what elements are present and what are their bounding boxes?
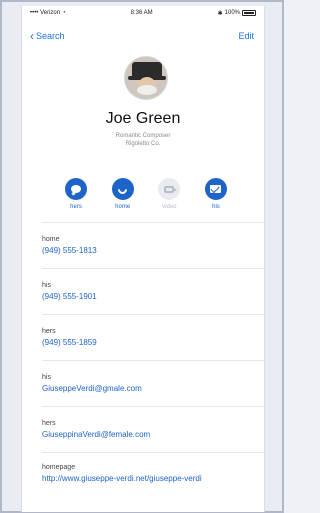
contact-role: Romantic Composer bbox=[115, 133, 171, 139]
status-bar: •••• Verizon ◔ 8:36 AM ✱ 100% bbox=[22, 6, 264, 20]
mail-label: his bbox=[212, 204, 220, 210]
field-homepage: homepage http://www.giuseppe-verdi.net/g… bbox=[42, 464, 262, 483]
screenshot-frame: •••• Verizon ◔ 8:36 AM ✱ 100% ‹ Search E… bbox=[0, 0, 284, 513]
wifi-icon: ◔ bbox=[62, 10, 66, 16]
quick-actions: hers home video his bbox=[60, 178, 232, 214]
video-label: video bbox=[162, 204, 177, 210]
video-icon bbox=[158, 178, 181, 200]
phone-link[interactable]: (949) 555-1859 bbox=[42, 338, 262, 347]
back-button[interactable]: ‹ Search bbox=[30, 30, 65, 42]
divider bbox=[42, 268, 264, 269]
homepage-link[interactable]: http://www.giuseppe-verdi.net/giuseppe-v… bbox=[42, 474, 262, 483]
email-link[interactable]: GiuseppeVerdi@gmale.com bbox=[42, 384, 262, 393]
chevron-left-icon: ‹ bbox=[30, 29, 34, 43]
phone-link[interactable]: (949) 555-1901 bbox=[42, 292, 262, 301]
edit-button[interactable]: Edit bbox=[238, 31, 254, 41]
contact-subtitle: Romantic Composer Rigoletto Co. bbox=[22, 132, 264, 148]
contact-name: Joe Green bbox=[105, 110, 181, 127]
field-hers-phone: hers (949) 555-1859 bbox=[42, 328, 262, 347]
hat-icon bbox=[128, 62, 166, 80]
battery-icon bbox=[242, 10, 256, 16]
field-his-email: his GiuseppeVerdi@gmale.com bbox=[42, 374, 262, 393]
divider bbox=[42, 222, 264, 223]
back-label: Search bbox=[36, 31, 65, 41]
video-action: video bbox=[153, 178, 185, 214]
field-label: his bbox=[42, 374, 51, 381]
field-label: homepage bbox=[42, 464, 76, 471]
beard-icon bbox=[137, 85, 157, 95]
battery-info: ✱ 100% bbox=[218, 10, 256, 17]
divider bbox=[42, 406, 264, 407]
nav-bar: ‹ Search Edit bbox=[22, 26, 264, 46]
field-his-phone: his (949) 555-1901 bbox=[42, 282, 262, 301]
divider bbox=[42, 314, 264, 315]
contact-screen: •••• Verizon ◔ 8:36 AM ✱ 100% ‹ Search E… bbox=[21, 6, 265, 512]
bluetooth-icon: ✱ bbox=[217, 10, 223, 17]
field-label: hers bbox=[42, 328, 56, 335]
battery-percent: 100% bbox=[224, 10, 240, 16]
carrier-label: •••• Verizon bbox=[30, 10, 61, 16]
message-action[interactable]: hers bbox=[60, 178, 92, 214]
avatar bbox=[124, 56, 168, 100]
contact-company: Rigoletto Co. bbox=[125, 141, 161, 147]
mail-action[interactable]: his bbox=[200, 178, 232, 214]
divider bbox=[42, 360, 264, 361]
phone-icon[interactable] bbox=[111, 178, 134, 200]
field-hers-email: hers GiuseppinaVerdi@female.com bbox=[42, 420, 262, 439]
field-label: home bbox=[42, 236, 60, 243]
message-label: hers bbox=[70, 204, 82, 210]
status-time: 8:36 AM bbox=[130, 10, 153, 16]
divider bbox=[42, 452, 264, 453]
carrier-info: •••• Verizon ◔ bbox=[30, 10, 66, 16]
call-label: home bbox=[115, 204, 131, 210]
phone-link[interactable]: (949) 555-1813 bbox=[42, 246, 262, 255]
call-action[interactable]: home bbox=[107, 178, 139, 214]
field-label: hers bbox=[42, 420, 56, 427]
field-label: his bbox=[42, 282, 51, 289]
message-icon[interactable] bbox=[65, 178, 87, 200]
field-home: home (949) 555-1813 bbox=[42, 236, 262, 255]
email-link[interactable]: GiuseppinaVerdi@female.com bbox=[42, 430, 262, 439]
mail-icon[interactable] bbox=[204, 178, 227, 200]
